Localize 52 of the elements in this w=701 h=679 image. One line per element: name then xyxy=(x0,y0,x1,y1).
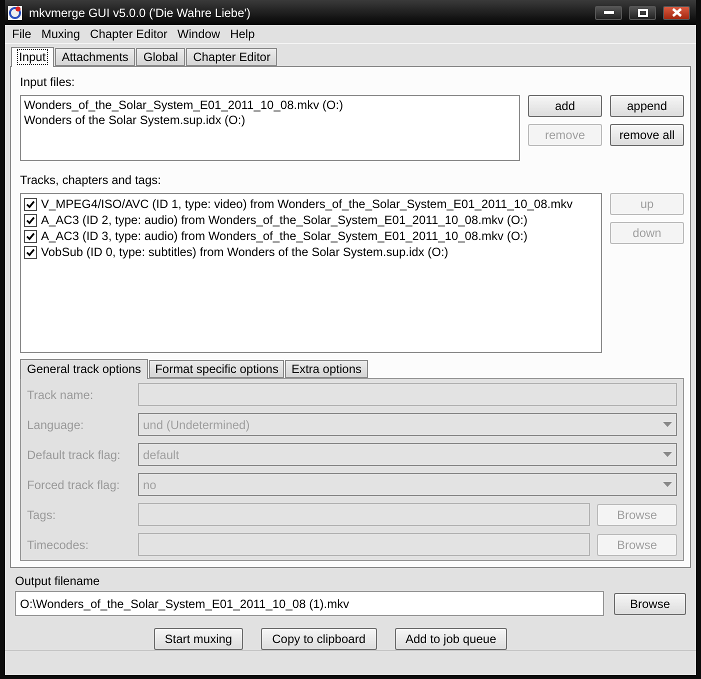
tab[interactable]: Input xyxy=(11,47,54,67)
file-action-button[interactable]: append xyxy=(610,95,684,117)
action-button[interactable]: Copy to clipboard xyxy=(261,628,376,650)
close-button[interactable] xyxy=(663,6,690,20)
tab[interactable]: Format specific options xyxy=(149,360,284,378)
checkbox[interactable] xyxy=(24,198,37,210)
field-label: Track name: xyxy=(27,388,94,402)
field-label: Forced track flag: xyxy=(27,478,121,492)
minimize-icon xyxy=(604,10,614,14)
checkbox[interactable] xyxy=(24,214,37,226)
track-entry[interactable]: V_MPEG4/ISO/AVC (ID 1, type: video) from Wonders_of_the_Solar_System_E01_2011_10_08.mkv xyxy=(41,196,573,212)
output-filename-field[interactable]: O:\Wonders_of_the_Solar_System_E01_2011_10_08 (1).mkv xyxy=(15,591,604,616)
close-icon xyxy=(672,8,682,17)
checkbox[interactable] xyxy=(24,246,37,258)
menu-item[interactable]: Chapter Editor xyxy=(85,27,172,41)
checkbox[interactable] xyxy=(24,230,37,242)
section-label: Output filename xyxy=(15,574,101,588)
maximize-icon xyxy=(638,8,648,16)
dropdown-arrow-icon xyxy=(663,422,672,427)
action-button[interactable]: Add to job queue xyxy=(394,628,508,650)
app-icon xyxy=(7,4,23,20)
menu-item[interactable]: File xyxy=(7,27,36,41)
menu-item[interactable]: Muxing xyxy=(36,27,86,41)
track-entry[interactable]: A_AC3 (ID 3, type: audio) from Wonders_of_the_Solar_System_E01_2011_10_08.mkv (O:) xyxy=(41,228,528,244)
tab[interactable]: Chapter Editor xyxy=(186,48,278,66)
track-list[interactable] xyxy=(20,193,602,353)
field-label: Default track flag: xyxy=(27,448,122,462)
window-title: mkvmerge GUI v5.0.0 ('Die Wahre Liebe') xyxy=(29,6,252,20)
menu-item[interactable]: Window xyxy=(172,27,226,41)
file-action-button[interactable]: add xyxy=(528,95,602,117)
action-button[interactable]: Start muxing xyxy=(154,628,244,650)
browse-button[interactable]: Browse xyxy=(614,592,686,614)
minimize-button[interactable] xyxy=(595,6,622,20)
dropdown-arrow-icon xyxy=(663,482,672,487)
section-label: Input files: xyxy=(20,75,76,89)
section-label: Tracks, chapters and tags: xyxy=(20,173,162,187)
track-entry[interactable]: VobSub (ID 0, type: subtitles) from Wonders of the Solar System.sup.idx (O:) xyxy=(41,244,448,260)
dropdown-arrow-icon xyxy=(663,452,672,457)
file-entry[interactable]: Wonders of the Solar System.sup.idx (O:) xyxy=(24,113,516,128)
track-entry[interactable]: A_AC3 (ID 2, type: audio) from Wonders_of_the_Solar_System_E01_2011_10_08.mkv (O:) xyxy=(41,212,528,228)
tab[interactable]: Extra options xyxy=(285,360,368,378)
tab[interactable]: Attachments xyxy=(54,48,136,66)
file-action-button[interactable]: remove all xyxy=(610,124,684,146)
maximize-button[interactable] xyxy=(629,6,656,20)
input-file-list[interactable]: Wonders_of_the_Solar_System_E01_2011_10_08.mkv (O:) Wonders of the Solar System.sup.idx (O:) xyxy=(20,95,520,161)
field-label: Timecodes: xyxy=(27,538,90,552)
tab[interactable]: Global xyxy=(136,48,186,66)
field-label: Tags: xyxy=(27,508,57,522)
tab[interactable]: General track options xyxy=(20,359,148,379)
menu-item[interactable]: Help xyxy=(225,27,260,41)
field-label: Language: xyxy=(27,418,85,432)
file-entry[interactable]: Wonders_of_the_Solar_System_E01_2011_10_08.mkv (O:) xyxy=(24,98,516,113)
